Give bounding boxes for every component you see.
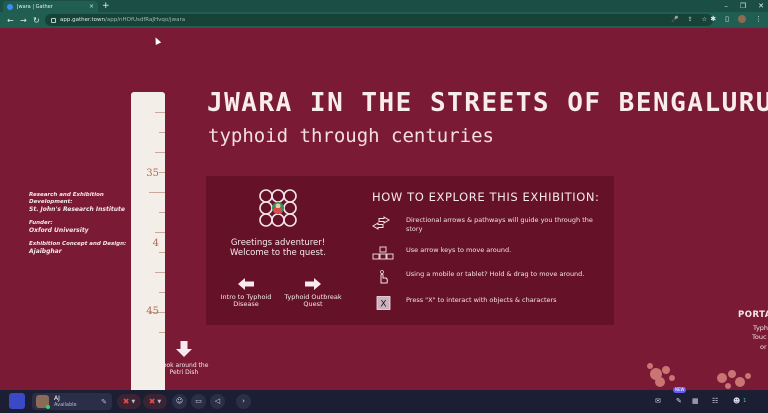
greeting: Greetings adventurer! Welcome to the que… bbox=[206, 238, 350, 258]
portal-line: Touc bbox=[752, 333, 767, 341]
game-stage[interactable]: Research and Exhibition Development: St.… bbox=[0, 28, 768, 390]
user-status-card[interactable]: AJ Available ✎ bbox=[32, 393, 112, 410]
credit-heading: Funder: bbox=[29, 220, 53, 226]
tab-title: Jwara | Gather bbox=[17, 3, 53, 10]
howto-heading: HOW TO EXPLORE THIS EXHIBITION: bbox=[372, 190, 600, 204]
microphone-icon[interactable]: 🎤 bbox=[671, 14, 678, 26]
portal-line: Typh bbox=[753, 324, 768, 332]
howto-item: Using a mobile or tablet? Hold & drag to… bbox=[372, 270, 604, 284]
germ-decoration bbox=[647, 363, 751, 389]
microphone-toggle[interactable]: ✖ ▼ bbox=[117, 394, 141, 409]
participant-count: 1 bbox=[743, 398, 747, 404]
ruler-mark: 4 bbox=[152, 238, 159, 249]
credit-heading: Research and Exhibition Development: bbox=[29, 192, 104, 205]
browser-tab-bar: Jwara | Gather × + – ❐ ✕ bbox=[0, 0, 768, 12]
exhibit-title: JWARA IN THE STREETS OF BENGALURU bbox=[207, 88, 768, 118]
edit-status-icon[interactable]: ✎ bbox=[101, 398, 107, 406]
profile-avatar[interactable] bbox=[738, 15, 746, 23]
lock-icon bbox=[51, 17, 56, 23]
welcome-panel: Greetings adventurer! Welcome to the que… bbox=[206, 176, 614, 325]
typhoid-outbreak-label: Typhoid Outbreak Quest bbox=[284, 293, 342, 308]
svg-text:X: X bbox=[380, 300, 386, 310]
directional-arrows-icon bbox=[372, 216, 390, 230]
intro-typhoid-label: Intro to Typhoid Disease bbox=[220, 293, 272, 308]
tab-close-icon[interactable]: × bbox=[89, 3, 94, 10]
howto-text: Press "X" to interact with objects & cha… bbox=[406, 296, 557, 304]
arrow-left-icon bbox=[238, 278, 254, 290]
credit-heading: Exhibition Concept and Design: bbox=[29, 241, 127, 247]
kolam-logo-icon bbox=[259, 189, 297, 227]
reload-icon[interactable]: ↻ bbox=[33, 16, 40, 25]
ruler-mark: 45 bbox=[146, 306, 159, 317]
petri-dish-label: Look around the Petri Dish bbox=[159, 362, 209, 376]
address-bar-icons: 🎤 ⇪ ☆ bbox=[671, 14, 707, 26]
ruler-mark: 35 bbox=[146, 168, 159, 179]
intro-typhoid-link[interactable]: Intro to Typhoid Disease bbox=[219, 278, 273, 308]
url-path: /app/nHOfUsdfRaJHvqo/jwara bbox=[105, 17, 186, 23]
howto-item: Directional arrows & pathways will guide… bbox=[372, 216, 604, 234]
howto-text: Directional arrows & pathways will guide… bbox=[406, 216, 593, 233]
back-icon[interactable]: ← bbox=[7, 16, 14, 25]
participants-icon[interactable]: ☻ bbox=[733, 394, 740, 409]
extensions-icon[interactable]: ✱ bbox=[710, 15, 716, 23]
chevron-down-icon[interactable]: ▼ bbox=[131, 399, 135, 405]
camera-toggle[interactable]: ✖ ▼ bbox=[143, 394, 167, 409]
arrow-down-icon[interactable] bbox=[176, 341, 192, 357]
chevron-down-icon[interactable]: ▼ bbox=[157, 399, 161, 405]
credit-value: Oxford University bbox=[29, 227, 89, 234]
url-text: app.gather.town/app/nHOfUsdfRaJHvqo/jwar… bbox=[60, 17, 185, 23]
share-icon[interactable]: ⇪ bbox=[688, 14, 693, 26]
browser-toolbar: ← → ↻ app.gather.town/app/nHOfUsdfRaJHvq… bbox=[0, 12, 768, 28]
credit-value: St. John's Research Institute bbox=[29, 206, 125, 213]
new-badge: NEW bbox=[673, 387, 687, 393]
chat-bubble-icon[interactable]: ✉ bbox=[655, 394, 661, 409]
build-tools-icon[interactable]: ✎ bbox=[676, 394, 682, 409]
credits-block: Research and Exhibition Development: St.… bbox=[29, 192, 139, 262]
window-controls: – ❐ ✕ bbox=[724, 0, 764, 12]
greeting-line1: Greetings adventurer! bbox=[230, 238, 326, 248]
emoji-button[interactable]: ☺ bbox=[172, 394, 187, 409]
gather-menu-button[interactable] bbox=[9, 393, 25, 409]
address-bar[interactable]: app.gather.town/app/nHOfUsdfRaJHvqo/jwar… bbox=[45, 14, 713, 26]
online-status-icon bbox=[46, 405, 50, 409]
portal-label: PORTA bbox=[738, 310, 768, 320]
new-tab-button[interactable]: + bbox=[102, 0, 110, 12]
messages-icon[interactable]: ☷ bbox=[712, 394, 718, 409]
user-status: Available bbox=[54, 402, 77, 408]
calendar-icon[interactable]: ▦ bbox=[692, 394, 699, 409]
bookmark-star-icon[interactable]: ☆ bbox=[702, 14, 707, 26]
x-key-icon: X bbox=[376, 296, 391, 310]
menu-icon[interactable]: ⋮ bbox=[755, 15, 762, 23]
arrow-right-icon bbox=[305, 278, 321, 290]
howto-item: Use arrow keys to move around. bbox=[372, 246, 604, 260]
user-avatar bbox=[36, 395, 50, 409]
gather-dock: AJ Available ✎ ✖ ▼ ✖ ▼ ☺ ▭ ◁ › ✉ NEW ✎ ▦ ☷… bbox=[0, 387, 768, 413]
announce-button[interactable]: ◁ bbox=[210, 394, 225, 409]
screen-share-button[interactable]: ▭ bbox=[191, 394, 206, 409]
url-host: app.gather.town bbox=[60, 17, 105, 23]
camera-off-icon: ✖ bbox=[148, 397, 156, 406]
exhibit-subtitle: typhoid through centuries bbox=[208, 125, 494, 147]
howto-text: Use arrow keys to move around. bbox=[406, 246, 512, 254]
user-name: AJ bbox=[54, 395, 60, 402]
forward-icon[interactable]: → bbox=[20, 16, 27, 25]
arrow-keys-icon bbox=[372, 246, 394, 260]
expand-dock-button[interactable]: › bbox=[236, 394, 251, 409]
close-window-button[interactable]: ✕ bbox=[758, 0, 764, 12]
thermometer-ruler: 35 4 45 bbox=[131, 92, 165, 390]
hand-drag-icon bbox=[380, 270, 388, 284]
howto-item: X Press "X" to interact with objects & c… bbox=[372, 296, 604, 310]
browser-tab[interactable]: Jwara | Gather × bbox=[3, 1, 98, 12]
credit-value: Ajaibghar bbox=[29, 248, 62, 255]
maximize-button[interactable]: ❐ bbox=[740, 0, 746, 12]
greeting-line2: Welcome to the quest. bbox=[230, 248, 326, 258]
mouse-cursor-icon bbox=[152, 36, 162, 45]
toolbar-actions: ✱ ▯ ⋮ bbox=[710, 15, 762, 23]
side-panel-icon[interactable]: ▯ bbox=[725, 15, 729, 23]
mic-off-icon: ✖ bbox=[122, 397, 130, 406]
typhoid-outbreak-link[interactable]: Typhoid Outbreak Quest bbox=[284, 278, 342, 308]
howto-text: Using a mobile or tablet? Hold & drag to… bbox=[406, 270, 585, 278]
minimize-button[interactable]: – bbox=[724, 0, 728, 12]
gather-favicon-icon bbox=[7, 3, 13, 10]
